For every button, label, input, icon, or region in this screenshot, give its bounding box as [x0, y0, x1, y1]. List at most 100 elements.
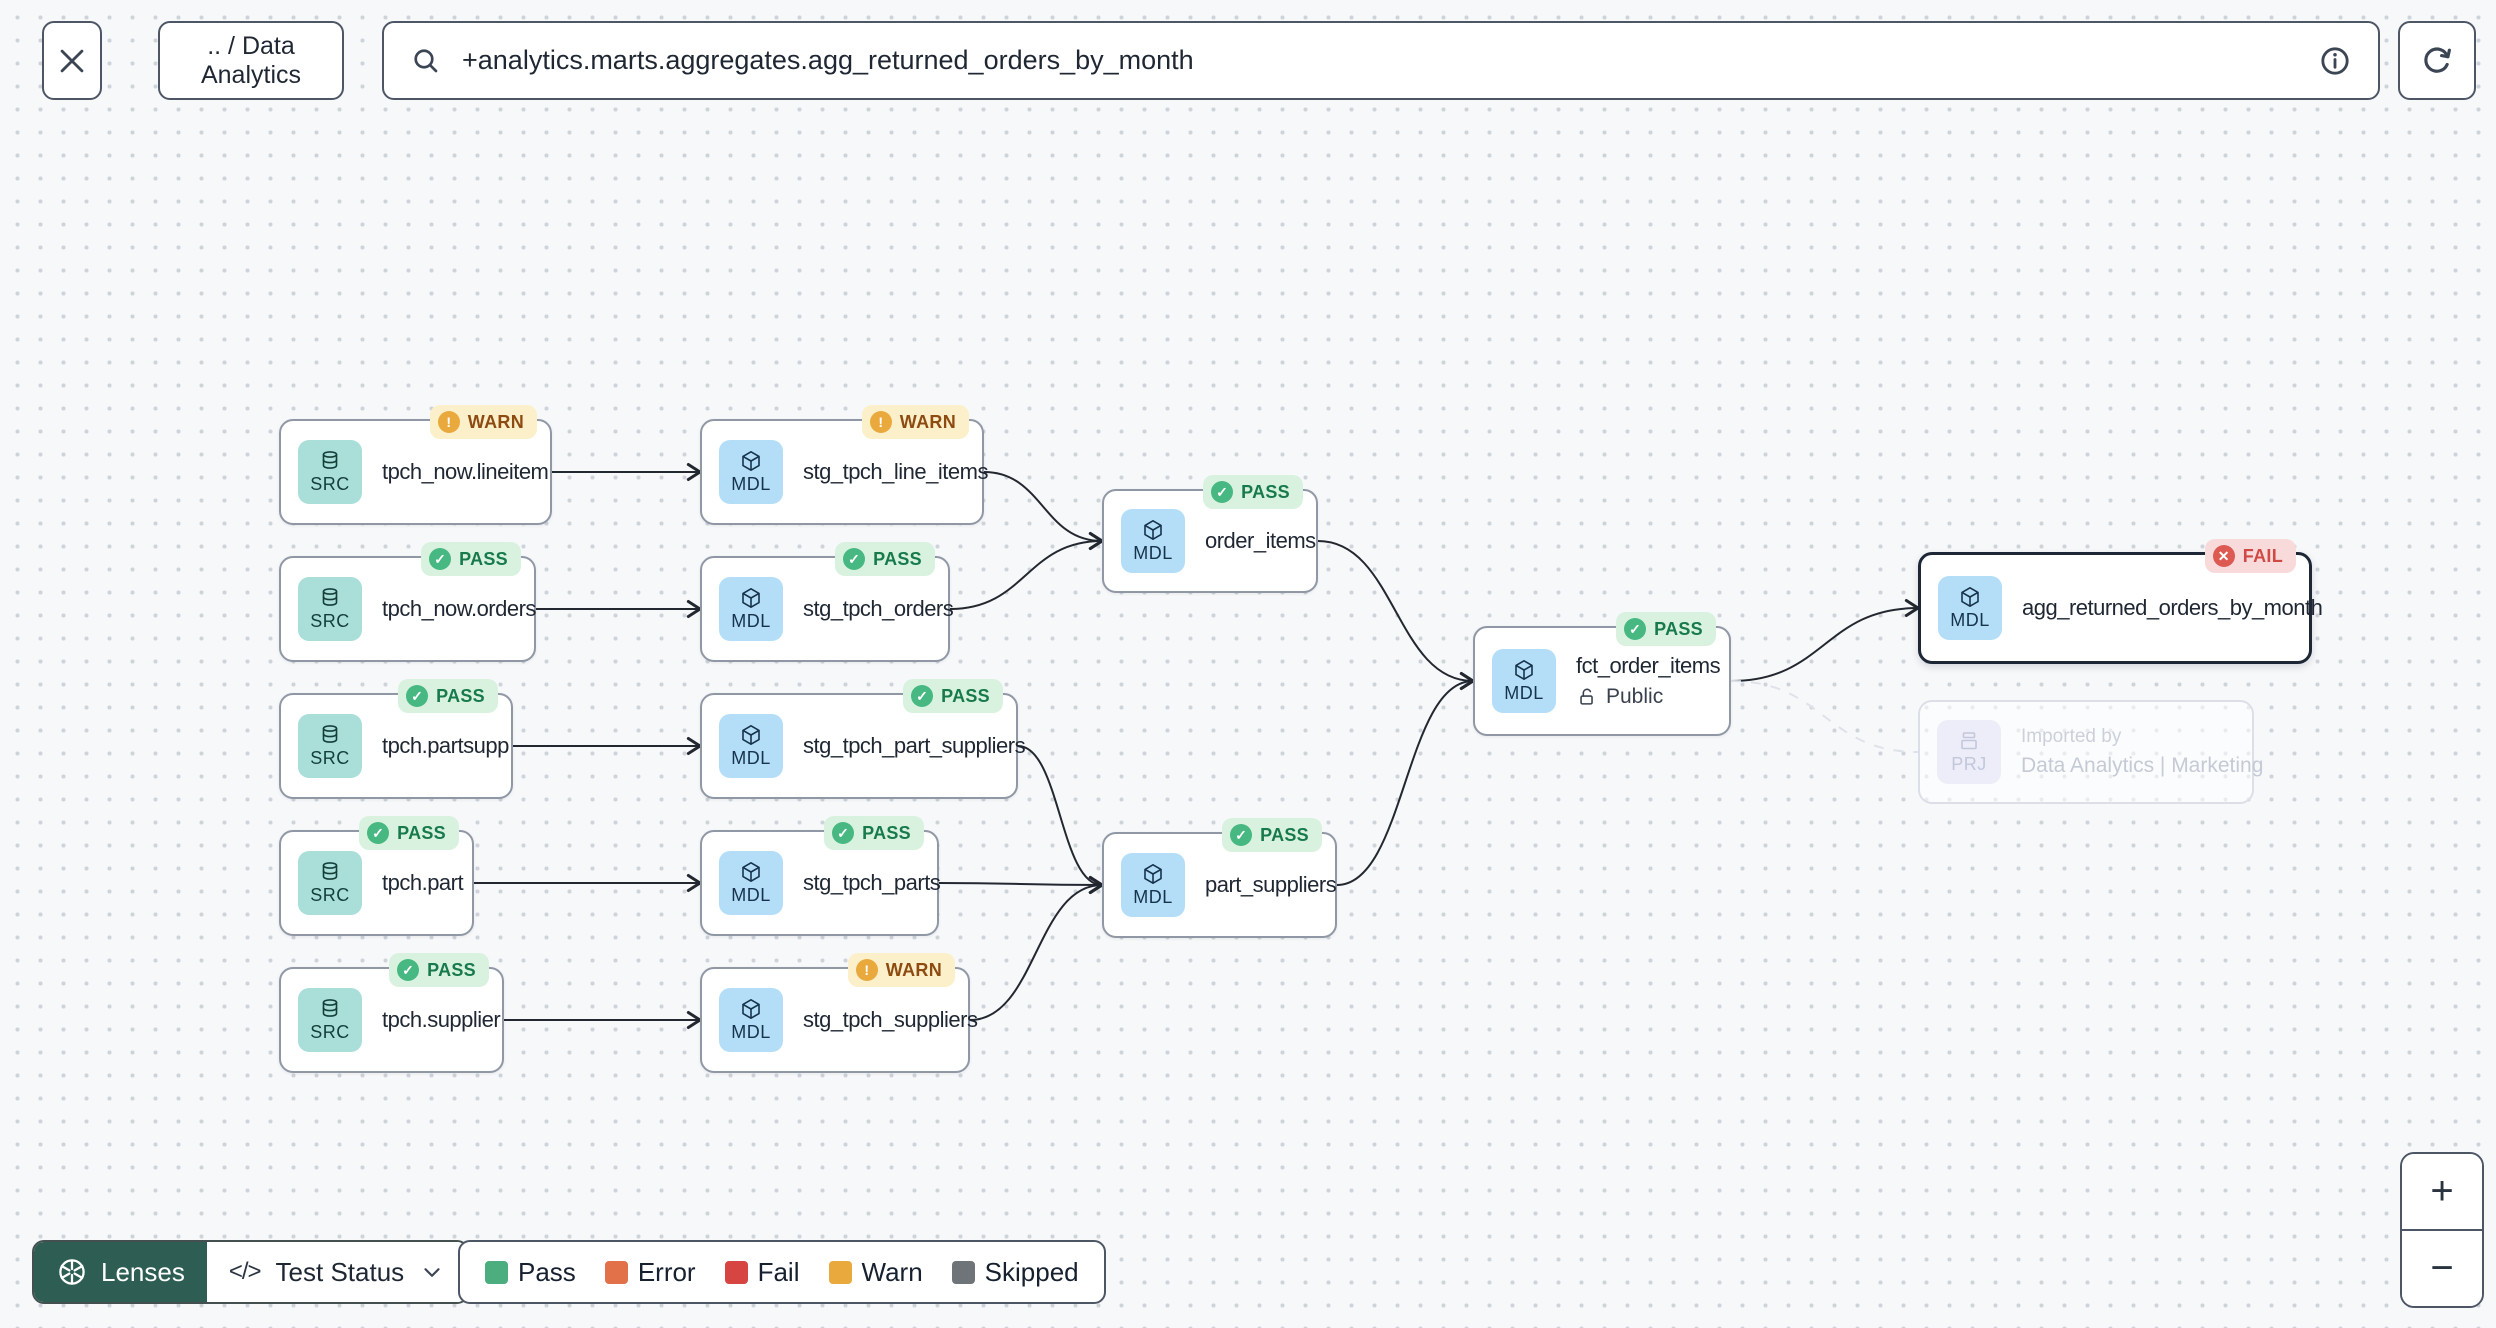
lenses-button[interactable]: Lenses: [34, 1242, 207, 1302]
node-text: tpch.partsupp: [382, 733, 509, 759]
node-label: tpch_now.lineitem: [382, 459, 549, 484]
graph-node-fct_order_items[interactable]: ✓ PASS MDL fct_order_items Public: [1473, 612, 1731, 736]
status-dot-icon: ✓: [1230, 824, 1253, 846]
graph-node-tpch_part[interactable]: ✓ PASS SRC tpch.part: [279, 816, 474, 936]
node-label: stg_tpch_parts: [803, 870, 941, 895]
lineage-edge: [1317, 540, 1475, 690]
legend-label: Warn: [861, 1256, 923, 1287]
ghost-node-text: Imported by Data Analytics | Marketing: [2021, 726, 2263, 778]
node-type-label: MDL: [731, 474, 771, 494]
test-status-legend: Pass Error Fail Warn Skipped: [458, 1240, 1106, 1304]
node-text: fct_order_items Public: [1576, 653, 1721, 709]
status-badge-fail: ✕ FAIL: [2204, 539, 2296, 573]
status-badge-pass: ✓ PASS: [1203, 475, 1303, 509]
status-dot-icon: !: [855, 959, 878, 981]
status-dot-icon: !: [437, 411, 460, 433]
node-label: stg_tpch_line_items: [803, 459, 988, 484]
graph-node-stg_tpch_suppliers[interactable]: ! WARN MDL stg_tpch_suppliers: [700, 953, 978, 1073]
zoom-out-button[interactable]: −: [2402, 1229, 2482, 1306]
graph-node-stg_tpch_part_suppliers[interactable]: ✓ PASS MDL stg_tpch_part_suppliers: [700, 679, 1026, 799]
graph-node-agg_returned_orders_by_month[interactable]: ✕ FAIL MDL agg_returned_orders_by_month: [1918, 539, 2323, 664]
graph-node-tpch_now_orders[interactable]: ✓ PASS SRC tpch_now.orders: [279, 542, 536, 662]
node-type-icon-src: SRC: [298, 851, 362, 915]
status-dot-icon: ✓: [832, 822, 855, 844]
node-type-icon-src: SRC: [298, 440, 362, 504]
cube-icon: [1961, 587, 1979, 607]
node-text: tpch_now.orders: [382, 596, 536, 622]
status-badge-warn: ! WARN: [847, 953, 955, 987]
test-status-dropdown[interactable]: </> Test Status: [206, 1242, 468, 1302]
graph-node-tpch_now_lineitem[interactable]: ! WARN SRC tpch_now.lineitem: [279, 405, 552, 525]
zoom-in-button[interactable]: +: [2402, 1154, 2482, 1229]
node-type-icon-mdl: MDL: [1121, 509, 1185, 573]
cube-icon: [742, 588, 760, 608]
node-text: stg_tpch_parts: [803, 870, 941, 896]
node-type-icon-src: SRC: [298, 577, 362, 641]
node-type-label: SRC: [310, 885, 350, 905]
status-dot-icon: ✓: [367, 822, 390, 844]
zoom-control: + −: [2400, 1152, 2484, 1308]
legend-swatch-icon: [724, 1260, 748, 1284]
node-type-icon-mdl: MDL: [719, 577, 783, 641]
status-dot-icon: !: [869, 411, 892, 433]
node-label: tpch_now.orders: [382, 596, 536, 621]
public-lock-icon: [1580, 688, 1593, 705]
node-type-label: SRC: [310, 1022, 350, 1042]
legend-item-error: Error: [604, 1256, 696, 1288]
node-type-label: MDL: [731, 885, 771, 905]
status-badge-pass: ✓ PASS: [359, 816, 459, 850]
legend-swatch-icon: [485, 1260, 508, 1284]
imported-by-label: Imported by: [2021, 726, 2122, 747]
graph-node-imported-by-project[interactable]: PRJ Imported by Data Analytics | Marketin…: [1918, 700, 2263, 804]
legend-swatch-icon: [951, 1260, 975, 1284]
node-type-icon-src: SRC: [298, 988, 362, 1052]
legend-swatch-icon: [604, 1260, 628, 1284]
graph-node-tpch_partsupp[interactable]: ✓ PASS SRC tpch.partsupp: [279, 679, 513, 799]
legend-label: Fail: [757, 1256, 800, 1287]
lineage-edge: [983, 471, 1104, 550]
status-dot-icon: ✓: [406, 685, 429, 707]
graph-node-order_items[interactable]: ✓ PASS MDL order_items: [1102, 475, 1318, 593]
status-badge-pass: ✓ PASS: [835, 542, 935, 576]
node-type-icon-mdl: MDL: [1121, 853, 1185, 917]
legend-label: Error: [637, 1256, 696, 1287]
database-icon: [322, 862, 338, 880]
status-dot-icon: ✓: [911, 685, 934, 707]
project-icon: [1961, 732, 1977, 750]
node-text: stg_tpch_line_items: [803, 459, 988, 485]
node-type-label: SRC: [310, 474, 350, 494]
status-badge-pass: ✓ PASS: [824, 816, 924, 850]
graph-node-stg_tpch_parts[interactable]: ✓ PASS MDL stg_tpch_parts: [700, 816, 941, 936]
node-label: fct_order_items: [1576, 653, 1721, 678]
node-label: tpch.supplier: [382, 1007, 501, 1032]
lenses-control: Lenses </> Test Status: [32, 1240, 470, 1304]
lenses-label: Lenses: [101, 1256, 185, 1287]
status-badge-warn: ! WARN: [861, 405, 969, 439]
database-icon: [322, 451, 338, 469]
status-dot-icon: ✓: [1211, 481, 1234, 503]
cube-icon: [742, 999, 760, 1019]
legend-item-pass: Pass: [485, 1257, 576, 1288]
graph-node-part_suppliers[interactable]: ✓ PASS MDL part_suppliers: [1102, 818, 1337, 938]
graph-node-stg_tpch_orders[interactable]: ✓ PASS MDL stg_tpch_orders: [700, 542, 954, 662]
node-type-label: MDL: [731, 748, 771, 768]
legend-item-skipped: Skipped: [951, 1256, 1079, 1288]
status-badge-pass: ✓ PASS: [398, 679, 498, 713]
node-access-label: Public: [1576, 685, 1720, 709]
node-text: part_suppliers: [1205, 872, 1337, 898]
status-dot-icon: ✓: [843, 548, 866, 570]
graph-node-stg_tpch_line_items[interactable]: ! WARN MDL stg_tpch_line_items: [700, 405, 988, 525]
status-badge-pass: ✓ PASS: [1616, 612, 1716, 646]
lineage-edge-dashed: [1730, 680, 1919, 753]
test-status-label: Test Status: [275, 1256, 405, 1287]
status-badge-pass: ✓ PASS: [389, 953, 489, 987]
graph-node-tpch_supplier[interactable]: ✓ PASS SRC tpch.supplier: [279, 953, 504, 1073]
legend-label: Pass: [518, 1256, 576, 1287]
node-label: part_suppliers: [1205, 872, 1337, 897]
node-label: stg_tpch_part_suppliers: [803, 733, 1026, 758]
node-type-icon-mdl: MDL: [719, 988, 783, 1052]
chevron-down-icon: [424, 1268, 440, 1277]
legend-label: Skipped: [984, 1256, 1079, 1287]
status-badge-pass: ✓ PASS: [903, 679, 1003, 713]
node-label: stg_tpch_orders: [803, 596, 954, 621]
